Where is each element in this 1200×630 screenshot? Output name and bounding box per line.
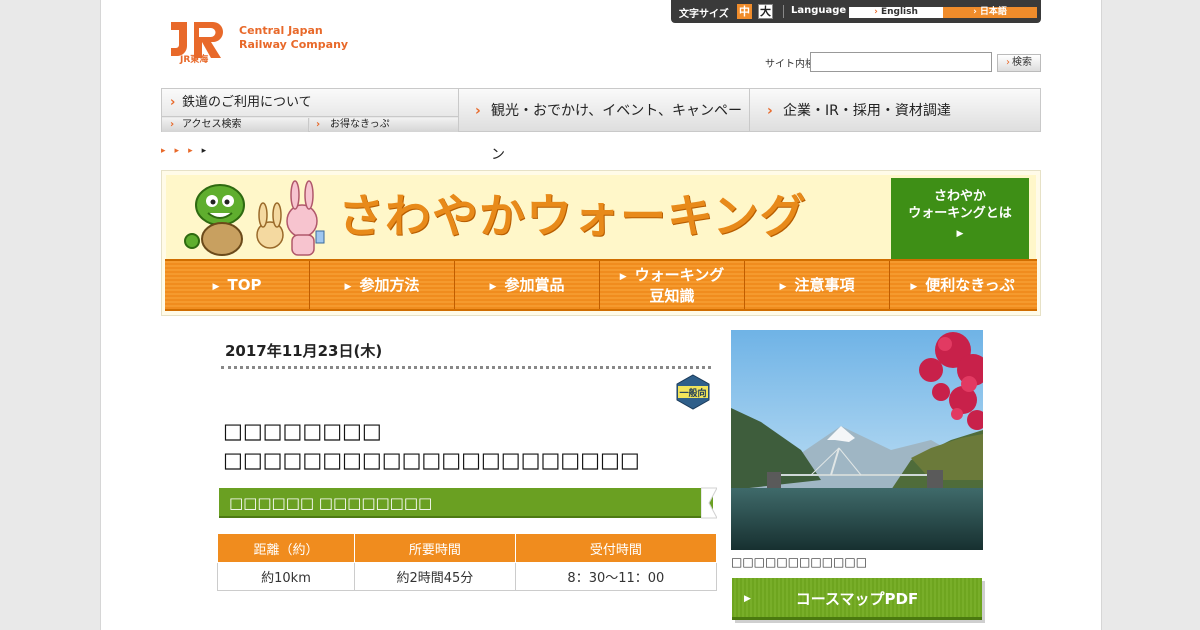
general-badge: 一般向 xyxy=(676,374,710,410)
font-size-medium-button[interactable]: 中 xyxy=(737,4,752,19)
tab-walking-tips-label1: ウォーキング xyxy=(634,266,725,284)
nav-corporate[interactable]: › 企業・IR・採用・資材調達 xyxy=(751,89,1040,131)
general-badge-text: 一般向 xyxy=(679,387,706,399)
nav-tourism[interactable]: › 観光・おでかけ、イベント、キャンペーン xyxy=(459,89,750,163)
banner-header: さわやかウォーキング さわやか ウォーキングとは ▶ xyxy=(166,175,1036,272)
tab-walking-tips-label2: 豆知識 xyxy=(649,287,695,305)
breadcrumb-link[interactable]: ▸ xyxy=(161,146,175,156)
header-duration: 所要時間 xyxy=(353,533,516,563)
search-button[interactable]: › 検索 xyxy=(997,54,1041,72)
header-distance: 距離（約） xyxy=(217,533,355,563)
triangle-right-icon: ▶ xyxy=(489,282,497,292)
event-title-line1: □□□□□□□□ xyxy=(223,419,382,443)
company-name: Central Japan Railway Company xyxy=(239,24,348,52)
font-size-label: 文字サイズ xyxy=(679,9,729,20)
triangle-right-icon: ▶ xyxy=(344,282,352,292)
nav-railway-label: 鉄道のご利用について xyxy=(182,95,312,110)
pdf-button-label: コースマップPDF xyxy=(795,590,919,608)
tab-how-to-join-label: 参加方法 xyxy=(359,276,420,294)
chevron-right-icon: › xyxy=(170,95,176,110)
tab-how-to-join[interactable]: ▶ 参加方法 xyxy=(310,261,455,309)
photo-caption: □□□□□□□□□□□□ xyxy=(731,555,868,569)
font-size-large-button[interactable]: 大 xyxy=(758,4,773,19)
event-title-line2: □□□□□□□□□□□□□□□□□□□□□ xyxy=(223,448,640,472)
header-reception: 受付時間 xyxy=(514,533,718,563)
nav-railway-group: › 鉄道のご利用について › アクセス検索 › お得なきっぷ xyxy=(162,89,459,132)
about-line1: さわやか xyxy=(933,189,986,204)
search-input[interactable] xyxy=(810,52,992,72)
breadcrumb-current: ▸ xyxy=(201,146,216,156)
start-station-ribbon: □□□□□□ □□□□□□□□ xyxy=(219,488,713,518)
global-nav: › 鉄道のご利用について › アクセス検索 › お得なきっぷ › 観光・おでかけ、イベン… xyxy=(161,88,1041,163)
nav-tourism-label: 観光・おでかけ、イベント、キャンペーン xyxy=(491,103,743,163)
cell-distance: 約10km xyxy=(217,562,355,591)
dotted-divider xyxy=(221,366,711,369)
lang-english-button[interactable]: › English xyxy=(849,7,943,18)
banner-title: さわやかウォーキング xyxy=(338,189,807,243)
triangle-right-icon: ▶ xyxy=(212,282,220,292)
chevron-right-icon: › xyxy=(170,119,175,130)
utility-bar: 文字サイズ 中 大 Language › English › 日本語 xyxy=(671,0,1041,23)
company-name-line1: Central Japan xyxy=(239,24,323,37)
event-date: 2017年11月23日(木) xyxy=(225,342,383,360)
lang-japanese-button[interactable]: › 日本語 xyxy=(943,7,1037,18)
table-row: 約10km 約2時間45分 8：30～11：00 xyxy=(217,562,718,591)
triangle-right-icon: ▶ xyxy=(779,282,787,292)
breadcrumb-link[interactable]: ▸ xyxy=(188,146,202,156)
logo-subtext: JR東海 xyxy=(180,55,209,65)
mascot-illustration xyxy=(184,180,325,256)
breadcrumb-link[interactable]: ▸ xyxy=(175,146,189,156)
lang-japanese-label: 日本語 xyxy=(979,7,1007,17)
nav-tickets-label: お得なきっぷ xyxy=(330,119,390,130)
tab-prizes[interactable]: ▶ 参加賞品 xyxy=(455,261,600,309)
chevron-right-icon: › xyxy=(767,103,773,119)
tab-walking-tips[interactable]: ▶ ウォーキング豆知識 xyxy=(600,261,745,309)
cell-duration: 約2時間45分 xyxy=(353,562,516,591)
about-line2: ウォーキングとは xyxy=(908,206,1012,221)
divider xyxy=(783,5,784,18)
triangle-right-icon: ▶ xyxy=(744,594,751,604)
tab-top-label: TOP xyxy=(227,276,262,294)
about-walking-button[interactable]: さわやか ウォーキングとは ▶ xyxy=(891,178,1029,272)
search-button-label: 検索 xyxy=(1012,57,1032,68)
nav-access-label: アクセス検索 xyxy=(182,119,242,130)
arrow-icon: › xyxy=(1006,57,1010,68)
arrow-icon: › xyxy=(973,7,980,17)
walking-banner: さわやかウォーキング さわやか ウォーキングとは ▶ ▶ TOP ▶ 参加方法 ▶ 参… xyxy=(161,170,1041,316)
tab-top[interactable]: ▶ TOP xyxy=(165,261,310,309)
nav-railway[interactable]: › 鉄道のご利用について xyxy=(162,89,458,117)
chevron-right-icon: › xyxy=(316,119,321,130)
tab-notes[interactable]: ▶ 注意事項 xyxy=(745,261,890,309)
page: JR東海 Central Japan Railway Company 文字サイズ… xyxy=(100,0,1102,630)
arrow-icon: › xyxy=(874,7,881,17)
company-name-line2: Railway Company xyxy=(239,38,349,51)
nav-access-search[interactable]: › アクセス検索 xyxy=(162,118,309,132)
tab-prizes-label: 参加賞品 xyxy=(504,276,565,294)
language-label: Language xyxy=(791,5,847,16)
triangle-right-icon: ▶ xyxy=(619,272,627,282)
tab-useful-tickets[interactable]: ▶ 便利なきっぷ xyxy=(890,261,1035,309)
triangle-right-icon: ▶ xyxy=(910,282,918,292)
ribbon-tail xyxy=(701,487,717,519)
tab-useful-tickets-label: 便利なきっぷ xyxy=(925,276,1015,294)
cell-reception: 8：30～11：00 xyxy=(514,562,718,591)
chevron-right-icon: › xyxy=(475,103,481,119)
tab-notes-label: 注意事項 xyxy=(794,276,855,294)
course-map-pdf-button[interactable]: ▶ コースマップPDF xyxy=(732,578,982,620)
event-info-table: 距離（約） 所要時間 受付時間 約10km 約2時間45分 8：30～11：00 xyxy=(217,533,718,591)
nav-discount-tickets[interactable]: › お得なきっぷ xyxy=(310,118,458,132)
triangle-right-icon: ▶ xyxy=(956,229,964,239)
lang-english-label: English xyxy=(880,7,918,17)
course-photo xyxy=(731,330,983,550)
table-header-row: 距離（約） 所要時間 受付時間 xyxy=(217,533,718,563)
walking-nav: ▶ TOP ▶ 参加方法 ▶ 参加賞品 ▶ ウォーキング豆知識 ▶ 注意事項 ▶ 便利なきっ… xyxy=(165,259,1037,311)
nav-corporate-label: 企業・IR・採用・資材調達 xyxy=(783,103,951,119)
event-title: □□□□□□□□ □□□□□□□□□□□□□□□□□□□□□ xyxy=(223,417,703,475)
breadcrumb: ▸▸▸▸ xyxy=(161,146,215,156)
